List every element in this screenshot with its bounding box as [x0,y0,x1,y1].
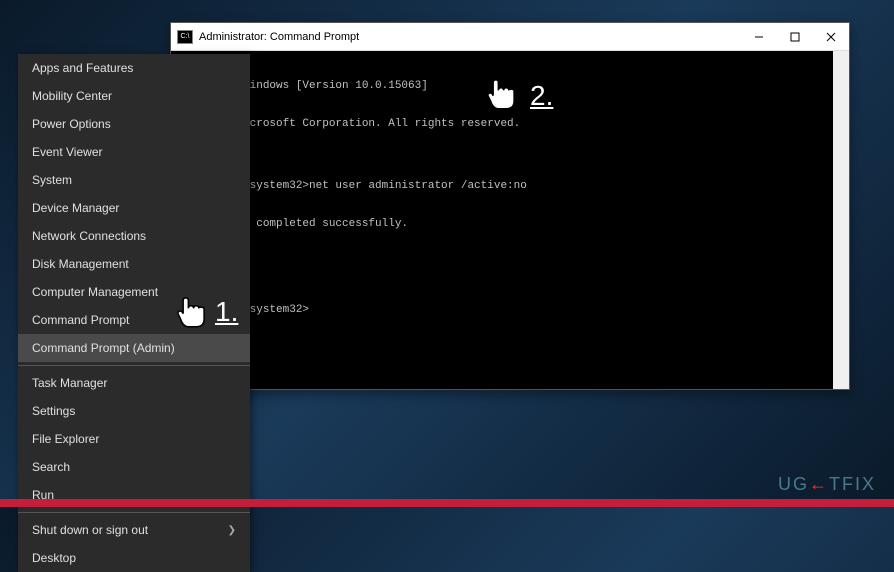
chevron-right-icon: ❯ [228,525,236,536]
window-title: Administrator: Command Prompt [199,31,741,43]
menu-power-options[interactable]: Power Options [18,110,250,138]
terminal-line: (c) 2017 Microsoft Corporation. All righ… [177,117,843,131]
close-button[interactable] [813,23,849,51]
vertical-scrollbar[interactable] [833,51,849,389]
menu-separator [18,365,250,366]
menu-command-prompt-admin[interactable]: Command Prompt (Admin) [18,334,250,362]
window-controls [741,23,849,51]
menu-desktop[interactable]: Desktop [18,544,250,572]
command-prompt-window[interactable]: C:\ Administrator: Command Prompt Micros… [170,22,850,390]
annotation-label-2: 2. [530,80,553,112]
menu-network-connections[interactable]: Network Connections [18,222,250,250]
watermark: UG←TFIX [778,474,876,495]
menu-settings[interactable]: Settings [18,397,250,425]
bottom-red-bar [0,499,894,507]
menu-task-manager[interactable]: Task Manager [18,369,250,397]
menu-system[interactable]: System [18,166,250,194]
menu-device-manager[interactable]: Device Manager [18,194,250,222]
minimize-button[interactable] [741,23,777,51]
annotation-label-1: 1. [215,296,238,328]
menu-file-explorer[interactable]: File Explorer [18,425,250,453]
menu-label: Shut down or sign out [32,523,148,537]
titlebar[interactable]: C:\ Administrator: Command Prompt [171,23,849,51]
menu-separator [18,512,250,513]
menu-mobility-center[interactable]: Mobility Center [18,82,250,110]
maximize-button[interactable] [777,23,813,51]
cmd-icon: C:\ [177,30,193,44]
arrow-icon: ← [809,474,829,494]
terminal-line: Microsoft Windows [Version 10.0.15063] [177,79,843,93]
terminal-line: The command completed successfully. [177,217,843,231]
terminal-body[interactable]: Microsoft Windows [Version 10.0.15063] (… [171,51,849,389]
menu-search[interactable]: Search [18,453,250,481]
menu-apps-features[interactable]: Apps and Features [18,54,250,82]
menu-event-viewer[interactable]: Event Viewer [18,138,250,166]
terminal-line: C:\WINDOWS\system32>net user administrat… [177,179,843,193]
terminal-line: C:\WINDOWS\system32> [177,303,843,317]
menu-disk-management[interactable]: Disk Management [18,250,250,278]
menu-shutdown-signout[interactable]: Shut down or sign out ❯ [18,516,250,544]
